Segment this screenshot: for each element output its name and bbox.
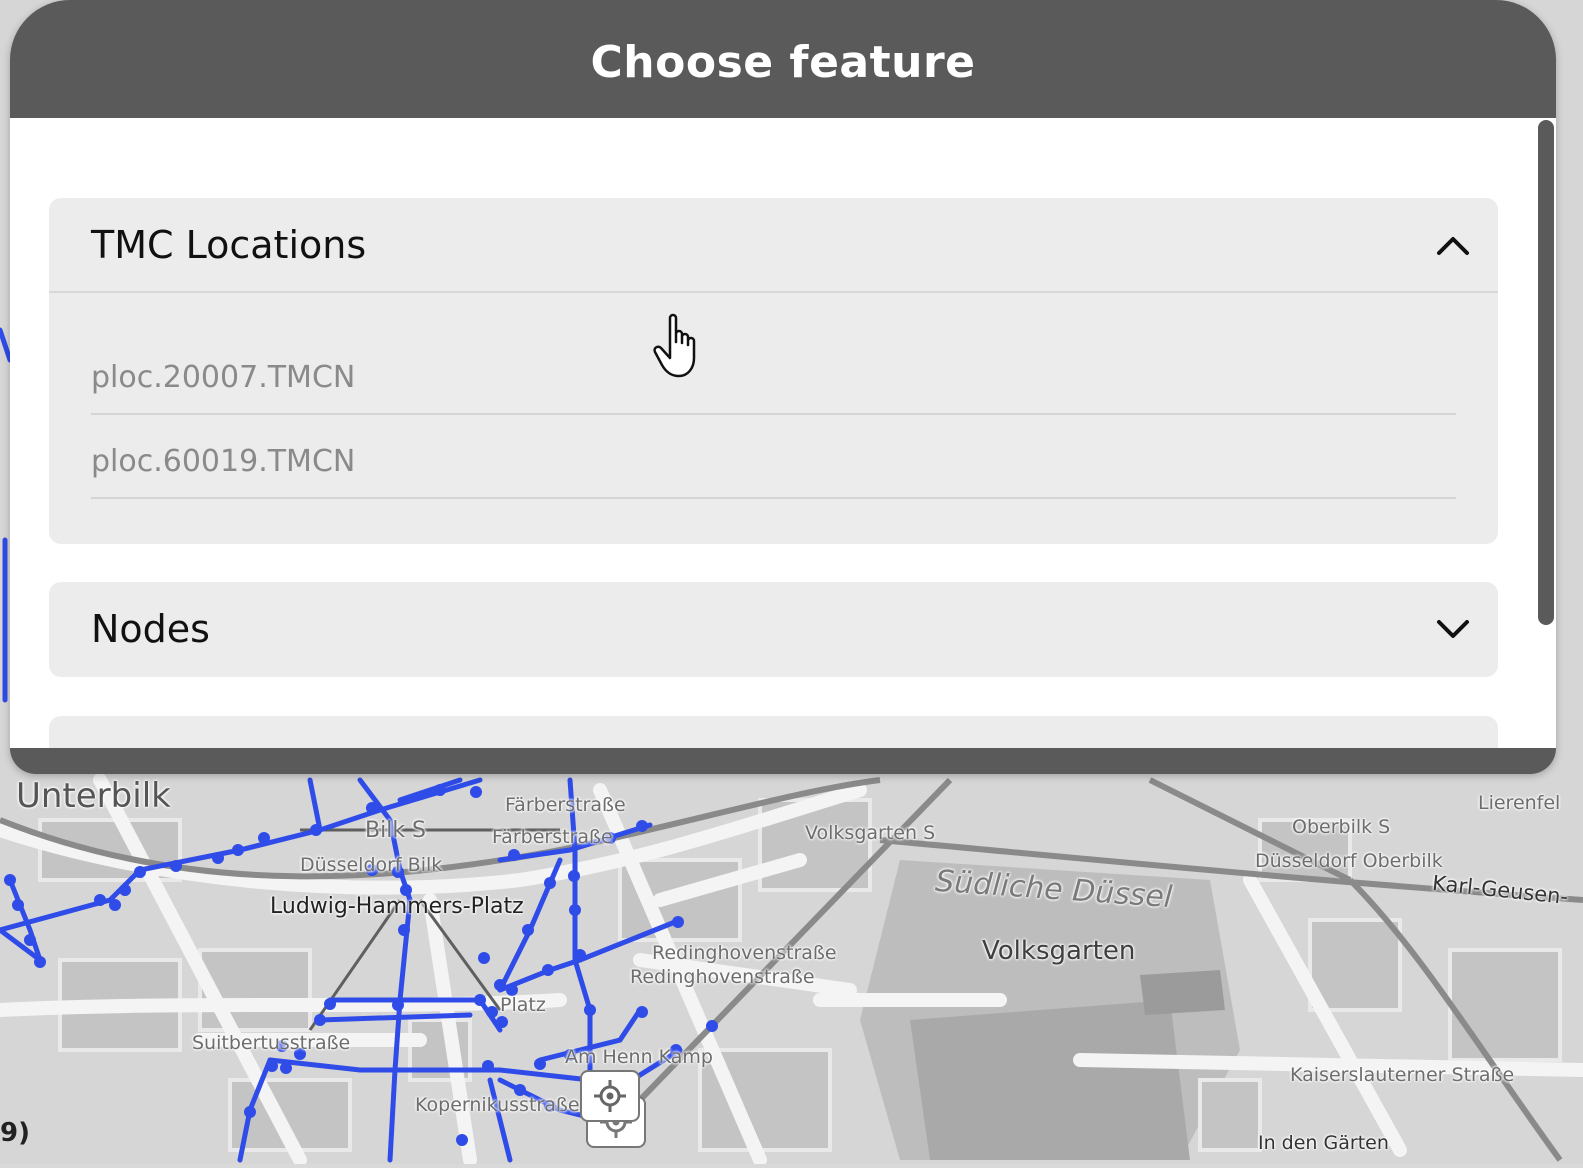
map-attribution-fragment: 9) <box>0 1118 30 1148</box>
map-label-street: Am Henn Kamp <box>565 1046 713 1068</box>
group-tmc-locations: TMC Locations ploc.20007.TMCN ploc.60019… <box>49 198 1498 544</box>
map-label-square: Platz <box>500 994 546 1016</box>
group-nodes: Nodes <box>49 582 1498 677</box>
dialog-scrollbar[interactable] <box>1538 120 1554 625</box>
map-label-district: Lierenfel <box>1478 792 1561 814</box>
map-label-street: Suitbertusstraße <box>192 1032 351 1054</box>
chevron-down-icon[interactable] <box>1436 618 1470 640</box>
map-label-street: In den Gärten <box>1258 1132 1389 1154</box>
map-label-station: Düsseldorf Bilk <box>300 854 443 876</box>
feature-list: ploc.20007.TMCN ploc.60019.TMCN <box>49 293 1498 519</box>
chevron-up-icon[interactable] <box>1436 234 1470 256</box>
dialog-header: Choose feature <box>10 0 1556 118</box>
map-label-street: Färberstraße <box>492 826 613 848</box>
group-title: TMC Locations <box>91 222 367 267</box>
choose-feature-dialog: Choose feature TMC Locations ploc.20007.… <box>10 0 1556 774</box>
map-label-street: Redinghovenstraße <box>630 966 815 988</box>
map-label-street: Redinghovenstraße <box>652 942 837 964</box>
map-label-station: Oberbilk S <box>1292 816 1391 838</box>
crosshair-icon <box>594 1080 626 1112</box>
map-label-street: Färberstraße <box>505 794 626 816</box>
map-label-street: Kaiserslauterner Straße <box>1290 1064 1515 1086</box>
group-header-nodes[interactable]: Nodes <box>49 582 1498 675</box>
group-partial[interactable] <box>49 716 1498 748</box>
map-label-station: Bilk S <box>365 818 427 843</box>
map-label-station: Düsseldorf Oberbilk <box>1255 850 1443 872</box>
map-label-square: Ludwig-Hammers-Platz <box>270 894 524 919</box>
locate-button[interactable] <box>580 1070 640 1122</box>
map-label-street: Kopernikusstraße <box>415 1094 580 1116</box>
list-item[interactable]: ploc.20007.TMCN <box>91 341 1456 415</box>
map-label-station: Volksgarten S <box>805 822 936 844</box>
map-label-park: Volksgarten <box>982 936 1136 966</box>
group-header-tmc-locations[interactable]: TMC Locations <box>49 198 1498 291</box>
list-item[interactable]: ploc.60019.TMCN <box>91 415 1456 499</box>
hand-cursor-icon <box>653 313 696 378</box>
dialog-body[interactable]: TMC Locations ploc.20007.TMCN ploc.60019… <box>10 118 1556 748</box>
dialog-title: Choose feature <box>590 36 976 88</box>
group-title: Nodes <box>91 606 210 651</box>
map-label-unterbilk: Unterbilk <box>16 776 171 816</box>
